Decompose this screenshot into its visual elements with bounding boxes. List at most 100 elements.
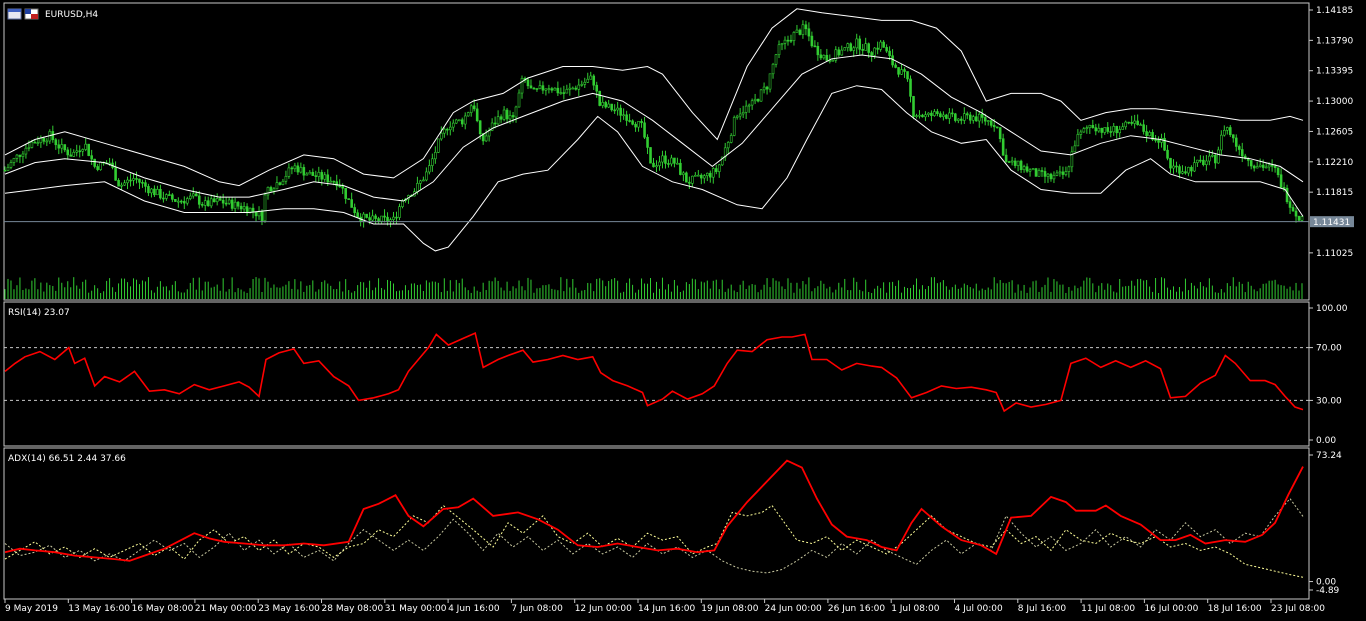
candle-body: [747, 104, 751, 107]
candle-body: [185, 198, 189, 204]
candle-body: [610, 103, 613, 111]
candle-body: [714, 168, 718, 172]
candle-body: [197, 195, 201, 205]
candle-body: [141, 182, 144, 184]
candle-body: [371, 215, 374, 221]
candle-body: [263, 194, 267, 222]
price-tick-label: 1.11815: [1316, 188, 1353, 198]
candle-body: [484, 135, 488, 142]
time-tick-label: 9 May 2019: [5, 604, 58, 614]
candle-body: [126, 179, 129, 184]
candle-body: [356, 212, 359, 218]
candle-body: [84, 143, 87, 150]
candle-body: [1091, 125, 1095, 128]
candle-body: [448, 126, 452, 131]
candle-body: [463, 115, 467, 125]
candle-body: [1133, 120, 1136, 124]
candle-body: [36, 142, 40, 144]
candle-body: [1061, 171, 1065, 175]
candle-body: [123, 182, 126, 186]
candle-body: [1240, 149, 1244, 157]
price-tick-label: 1.14185: [1316, 6, 1353, 16]
candle-body: [933, 111, 936, 116]
candle-body: [1166, 149, 1169, 159]
candle-body: [897, 67, 900, 75]
candle-body: [547, 88, 551, 90]
candle-body: [368, 217, 371, 221]
candle-body: [520, 78, 524, 94]
candle-body: [505, 109, 509, 120]
candle-body: [1255, 166, 1259, 169]
candle-body: [822, 54, 826, 59]
candle-body: [885, 47, 888, 52]
candle-body: [1100, 127, 1104, 133]
candle-body: [1040, 170, 1044, 172]
candle-body: [909, 78, 912, 97]
candle-body: [622, 114, 625, 117]
time-tick-label: 26 Jun 16:00: [828, 604, 885, 614]
candle-body: [1252, 165, 1256, 169]
candle-body: [825, 54, 829, 61]
candle-body: [434, 152, 437, 160]
candle-body: [700, 174, 703, 179]
candle-body: [188, 195, 192, 199]
candle: [685, 171, 688, 183]
candle-body: [278, 182, 282, 185]
candle-body: [643, 122, 646, 138]
chart-window[interactable]: EURUSD,H4 1.14185 1.13790 1.13395 1.13000 1.…: [0, 0, 1366, 617]
candle-body: [445, 128, 449, 131]
candle-body: [705, 172, 709, 177]
candle-body: [93, 158, 96, 167]
candle-body: [974, 116, 978, 122]
candle-body: [882, 41, 885, 48]
candle-body: [801, 24, 805, 35]
candle-body: [1073, 145, 1077, 153]
chart-canvas[interactable]: EURUSD,H4 1.14185 1.13790 1.13395 1.13000 1.…: [0, 0, 1366, 617]
candle-body: [655, 165, 658, 168]
candle-body: [735, 115, 739, 118]
candle-body: [1157, 139, 1160, 143]
candle-body: [392, 216, 395, 220]
candle-body: [54, 139, 58, 146]
candle-body: [440, 132, 443, 140]
candle-body: [1285, 187, 1289, 203]
time-tick-label: 23 May 16:00: [258, 604, 320, 614]
candle-body: [562, 92, 566, 94]
candle-body: [380, 215, 383, 222]
candle-body: [1193, 162, 1196, 172]
candle: [347, 198, 350, 200]
candle-body: [936, 111, 939, 115]
candle-body: [717, 164, 721, 172]
candle-body: [329, 180, 333, 183]
candle-body: [96, 166, 99, 170]
candle-body: [191, 193, 195, 197]
candle-body: [732, 117, 736, 136]
candle-body: [90, 155, 93, 160]
candle-body: [771, 63, 775, 75]
candle: [466, 111, 470, 117]
time-tick-label: 18 Jul 16:00: [1208, 604, 1262, 614]
candle-body: [287, 167, 291, 177]
candle-body: [1019, 160, 1023, 170]
candle-body: [1223, 129, 1226, 136]
candle-body: [667, 163, 670, 165]
candle-body: [1088, 125, 1092, 128]
candle-body: [613, 109, 616, 112]
candle-body: [550, 88, 554, 91]
candle-body: [39, 137, 43, 143]
candle-body: [138, 178, 141, 183]
candle-body: [472, 105, 476, 110]
candle-body: [951, 112, 954, 115]
candle-body: [374, 215, 377, 219]
candle-body: [661, 155, 664, 163]
candle-body: [682, 172, 685, 175]
candle-body: [867, 43, 870, 53]
candle-body: [957, 118, 960, 121]
candle-body: [780, 42, 784, 46]
time-tick-label: 12 Jun 00:00: [575, 604, 632, 614]
candle-body: [428, 165, 431, 173]
candle-body: [726, 142, 730, 149]
candle-body: [870, 52, 873, 56]
candle-body: [586, 78, 590, 83]
candle-body: [819, 54, 823, 59]
